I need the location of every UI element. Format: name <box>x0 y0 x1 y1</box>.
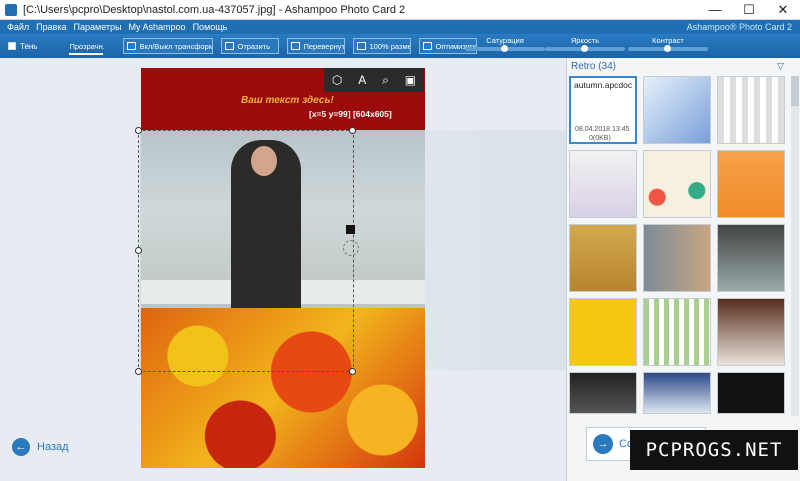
template-thumb[interactable] <box>717 372 785 414</box>
flip-button[interactable]: Отразить <box>221 38 280 54</box>
rotation-center-icon <box>343 240 359 256</box>
template-thumb[interactable] <box>643 372 711 414</box>
template-thumb[interactable] <box>717 76 785 144</box>
transform-icon <box>127 42 137 50</box>
saturation-track[interactable] <box>465 45 545 52</box>
resize-handle-tr[interactable] <box>349 127 356 134</box>
maximize-button[interactable]: ☐ <box>732 0 766 20</box>
transparency-track[interactable] <box>69 52 104 55</box>
template-thumb[interactable] <box>569 298 637 366</box>
menu-my-ashampoo[interactable]: My Ashampoo <box>129 22 186 32</box>
category-label: Retro (34) <box>571 60 617 72</box>
brightness-label: Яркость <box>570 36 600 45</box>
template-thumb[interactable] <box>717 298 785 366</box>
menu-file[interactable]: Файл <box>7 22 29 32</box>
template-date: 08.04.2018 13:45 <box>575 126 630 133</box>
minimize-button[interactable]: — <box>698 0 732 20</box>
rotate-button[interactable]: Перевернуть <box>287 38 346 54</box>
actual-size-button[interactable]: 100% размер <box>353 38 412 54</box>
close-button[interactable]: ✕ <box>766 0 800 20</box>
floating-toolbar: ⬡ A ⌕ ▣ <box>324 68 424 92</box>
transform-toggle-button[interactable]: Вкл/Выкл трансформа <box>123 38 214 54</box>
window-title: [C:\Users\pcpro\Desktop\nastol.com.ua-43… <box>23 3 406 16</box>
coordinates-readout: [x=5 y=99] [604x605] <box>309 109 392 119</box>
template-thumb[interactable] <box>717 224 785 292</box>
shadow-checkbox[interactable]: Тень <box>8 42 37 51</box>
app-icon <box>5 3 17 16</box>
transparency-slider[interactable]: Прозрачн. <box>69 41 105 55</box>
contrast-label: Контраст <box>652 36 684 45</box>
template-thumb[interactable] <box>643 150 711 218</box>
template-name: autumn.apcdoc <box>574 80 633 90</box>
template-thumb[interactable] <box>643 224 711 292</box>
brightness-track[interactable] <box>545 45 625 52</box>
template-thumb[interactable] <box>643 298 711 366</box>
resize-handle-bl[interactable] <box>135 368 142 375</box>
checkbox-box[interactable] <box>8 42 16 50</box>
menu-settings[interactable]: Параметры <box>74 22 122 32</box>
resize-handle-tl[interactable] <box>135 127 142 134</box>
menu-edit[interactable]: Правка <box>36 22 66 32</box>
contrast-knob[interactable] <box>664 45 671 52</box>
menu-help[interactable]: Помощь <box>193 22 228 32</box>
zoom-icon[interactable]: ⌕ <box>382 73 389 88</box>
shadow-label: Тень <box>20 41 38 51</box>
selection-box[interactable] <box>138 130 354 372</box>
saturation-knob[interactable] <box>501 45 508 52</box>
canvas-workspace[interactable]: Ваш текст здесь! [x=5 y=99] [604x605] ⬡ … <box>0 58 566 481</box>
card-text[interactable]: Ваш текст здесь! <box>241 95 334 106</box>
saturation-slider[interactable]: Сатурация <box>465 36 545 52</box>
text-icon[interactable]: A <box>358 73 366 87</box>
template-thumb-autumn[interactable]: autumn.apcdoc 08.04.2018 13:45 0(0KB) <box>569 76 637 144</box>
image-icon[interactable]: ▣ <box>405 73 416 87</box>
template-thumb[interactable] <box>569 150 637 218</box>
template-thumb[interactable] <box>569 224 637 292</box>
template-size: 0(0KB) <box>589 135 611 142</box>
back-button[interactable]: ← Назад <box>12 438 69 456</box>
optimize-icon <box>423 42 433 50</box>
flip-icon <box>225 42 235 50</box>
forward-arrow-icon: → <box>593 434 613 454</box>
template-thumb[interactable] <box>643 76 711 144</box>
brightness-slider[interactable]: Яркость <box>545 36 625 52</box>
scrollbar-thumb[interactable] <box>791 76 799 106</box>
resize-handle-ml[interactable] <box>135 247 142 254</box>
resize-handle-br[interactable] <box>349 368 356 375</box>
back-arrow-icon: ← <box>12 438 30 456</box>
rotate-icon <box>291 42 301 50</box>
brightness-knob[interactable] <box>581 45 588 52</box>
contrast-track[interactable] <box>628 45 708 52</box>
panel-scrollbar[interactable] <box>791 76 799 416</box>
template-thumb[interactable] <box>569 372 637 414</box>
contrast-slider[interactable]: Контраст <box>628 36 708 52</box>
shapes-icon[interactable]: ⬡ <box>332 73 342 87</box>
category-header[interactable]: Retro (34) ▽ <box>567 58 800 74</box>
back-label: Назад <box>37 441 69 453</box>
watermark: PCPROGS.NET <box>630 430 798 470</box>
brand-label: Ashampoo® Photo Card 2 <box>686 22 792 32</box>
template-panel: Retro (34) ▽ autumn.apcdoc 08.04.2018 13… <box>566 58 800 481</box>
rotate-handle[interactable] <box>346 225 355 234</box>
actual-size-icon <box>357 42 367 50</box>
chevron-down-icon[interactable]: ▽ <box>777 61 784 72</box>
menu-bar: Файл Правка Параметры My Ashampoo Помощь… <box>0 20 800 34</box>
title-bar: [C:\Users\pcpro\Desktop\nastol.com.ua-43… <box>0 0 800 20</box>
saturation-label: Сатурация <box>486 36 524 45</box>
transparency-label: Прозрачн. <box>69 41 105 51</box>
template-thumb[interactable] <box>717 150 785 218</box>
